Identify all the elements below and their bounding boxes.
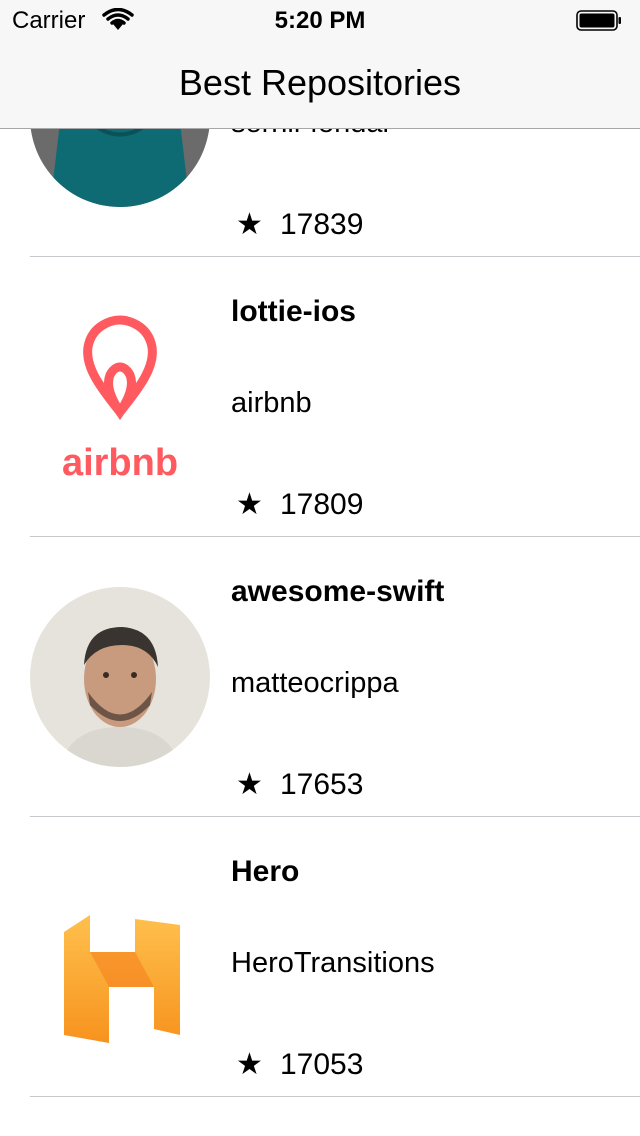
star-icon: ★	[236, 1048, 263, 1081]
star-icon: ★	[236, 768, 263, 801]
repo-owner: matteocrippa	[231, 667, 399, 699]
repo-name: awesome-swift	[231, 575, 445, 608]
row-divider	[30, 1096, 640, 1097]
repo-row[interactable]: Hero HeroTransitions ★ 17053	[0, 817, 640, 1097]
repo-stars: ★ 17839	[236, 207, 363, 242]
repository-list[interactable]: sernil-fondal ★17839 airbnb lottie-ios a…	[0, 0, 640, 1136]
star-icon: ★	[236, 488, 263, 521]
star-icon: ★	[236, 208, 263, 241]
star-count: 17839	[280, 208, 364, 241]
star-count: 17809	[280, 488, 364, 521]
status-time: 5:20 PM	[274, 7, 366, 34]
repo-owner: airbnb	[231, 387, 312, 419]
status-bar: Carrier 5:20 PM	[0, 0, 640, 40]
repo-name: Hero	[231, 855, 300, 888]
repo-stars: ★ 17809	[236, 487, 363, 522]
battery-icon	[576, 10, 621, 31]
avatar	[30, 587, 210, 767]
repo-stars: ★ 17653	[236, 767, 363, 802]
page-title: Best Repositories	[178, 62, 462, 103]
repo-owner: HeroTransitions	[231, 947, 435, 979]
repo-name: lottie-ios	[231, 295, 356, 328]
navigation-bar: Best Repositories	[0, 40, 640, 129]
repo-stars: ★ 17053	[236, 1047, 363, 1082]
airbnb-logo: airbnb	[30, 307, 210, 487]
repo-row[interactable]: awesome-swift matteocrippa ★ 17653	[0, 537, 640, 817]
hero-h-logo	[30, 867, 210, 1047]
airbnb-logo-text: airbnb	[62, 442, 178, 484]
star-count: 17653	[280, 768, 364, 801]
repo-row[interactable]: airbnb lottie-ios airbnb ★ 17809	[0, 257, 640, 537]
star-count: 17053	[280, 1048, 364, 1081]
